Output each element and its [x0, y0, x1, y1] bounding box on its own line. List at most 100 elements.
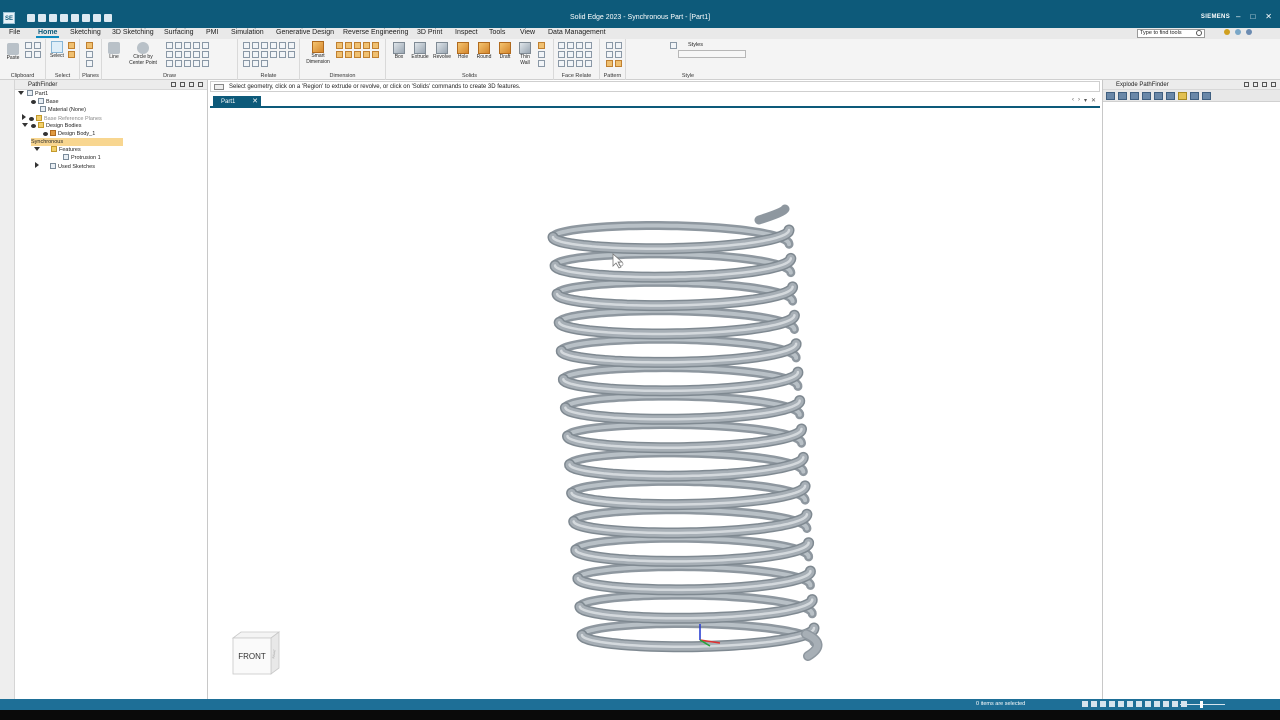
mirror-icon[interactable] [193, 60, 200, 67]
ellipse-icon[interactable] [193, 42, 200, 49]
plane-icon[interactable] [86, 42, 93, 49]
tab-home[interactable]: Home [35, 29, 60, 38]
spring-model[interactable] [210, 108, 1100, 699]
zoom-slider-handle[interactable] [1200, 701, 1203, 708]
tab-simulation[interactable]: Simulation [231, 29, 264, 36]
axis-icon[interactable] [86, 60, 93, 67]
explode-tool-5-icon[interactable] [1154, 91, 1163, 100]
pattern-feature-icon[interactable] [615, 60, 622, 67]
explode-tool-2-icon[interactable] [1118, 91, 1127, 100]
view-tool-3-icon[interactable] [1100, 701, 1106, 707]
parallel-face-icon[interactable] [576, 42, 583, 49]
collapse-icon[interactable] [18, 91, 24, 95]
extrude-button[interactable]: Extrude [409, 42, 431, 61]
connect-icon[interactable] [243, 42, 250, 49]
tab-inspect[interactable]: Inspect [455, 29, 478, 36]
cut-icon[interactable] [25, 42, 32, 49]
parallel-icon[interactable] [288, 42, 295, 49]
move-icon[interactable] [166, 60, 173, 67]
circle-center-point-button[interactable]: Circle by Center Point [124, 42, 162, 66]
tab-3d-print[interactable]: 3D Print [417, 29, 442, 36]
pane-menu-icon[interactable] [1244, 82, 1249, 87]
midpoint-icon[interactable] [243, 60, 250, 67]
visibility-icon[interactable] [31, 124, 36, 128]
maximize-button[interactable]: □ [1250, 12, 1255, 21]
perpendicular-face-icon[interactable] [585, 42, 592, 49]
lock-icon[interactable] [270, 51, 277, 58]
copy-icon[interactable] [34, 42, 41, 49]
view-tool-5-icon[interactable] [1118, 701, 1124, 707]
visibility-icon[interactable] [29, 117, 34, 121]
tangent-face-icon[interactable] [558, 51, 565, 58]
vertical-icon[interactable] [261, 42, 268, 49]
explode-tool-6-icon[interactable] [1166, 91, 1175, 100]
rectangle-icon[interactable] [166, 42, 173, 49]
tree-item-protrusion-1[interactable]: Protrusion 1 [63, 154, 101, 162]
lightbulb-icon[interactable] [1224, 29, 1230, 35]
coplanar-icon[interactable] [558, 42, 565, 49]
mirror-pattern-icon[interactable] [615, 42, 622, 49]
line-button[interactable]: Line [105, 42, 123, 61]
collapse-icon[interactable] [34, 147, 40, 151]
polygon-icon[interactable] [184, 42, 191, 49]
aligned-holes-icon[interactable] [576, 60, 583, 67]
variable-table-icon[interactable] [372, 51, 379, 58]
tab-view[interactable]: View [520, 29, 535, 36]
view-tool-4-icon[interactable] [1109, 701, 1115, 707]
user-icon[interactable] [1235, 29, 1241, 35]
project-icon[interactable] [202, 60, 209, 67]
tab-tools[interactable]: Tools [489, 29, 505, 36]
view-tool-11-icon[interactable] [1172, 701, 1178, 707]
distance-icon[interactable] [336, 42, 343, 49]
restore-pane-icon[interactable] [189, 82, 194, 87]
offset-face-icon[interactable] [585, 51, 592, 58]
symmetric-icon[interactable] [261, 51, 268, 58]
round-button[interactable]: Round [474, 42, 494, 61]
tab-generative-design[interactable]: Generative Design [276, 29, 334, 36]
radius-icon[interactable] [363, 42, 370, 49]
diameter-icon[interactable] [372, 42, 379, 49]
visibility-icon[interactable] [31, 100, 36, 104]
restore-pane-icon[interactable] [1262, 82, 1267, 87]
close-tab-icon[interactable]: ✕ [252, 96, 258, 108]
maintain-icon[interactable] [261, 60, 268, 67]
collapse-icon[interactable] [22, 123, 28, 127]
tree-item-base-reference-planes[interactable]: Base Reference Planes [22, 114, 102, 122]
close-document-icon[interactable]: ✕ [1091, 97, 1096, 104]
rotate-icon[interactable] [175, 60, 182, 67]
symmetric-face-icon[interactable] [576, 51, 583, 58]
fill-pattern-icon[interactable] [615, 51, 622, 58]
view-cube[interactable]: FRONT RIGHT [231, 630, 283, 676]
offset-icon[interactable] [184, 51, 191, 58]
tab-surfacing[interactable]: Surfacing [164, 29, 194, 36]
hole-button[interactable]: Hole [454, 42, 472, 61]
tab-pmi[interactable]: PMI [206, 29, 218, 36]
explode-tool-9-icon[interactable] [1202, 91, 1211, 100]
concentric-face-icon[interactable] [567, 51, 574, 58]
pattern-icon[interactable] [606, 42, 613, 49]
view-tool-6-icon[interactable] [1127, 701, 1133, 707]
pattern-along-curve-icon[interactable] [606, 51, 613, 58]
graphics-viewport[interactable]: FRONT RIGHT [210, 108, 1100, 699]
chamfer-dim-icon[interactable] [336, 51, 343, 58]
view-tool-1-icon[interactable] [1082, 701, 1088, 707]
thin-wall-button[interactable]: Thin Wall [516, 42, 534, 66]
view-tool-9-icon[interactable] [1154, 701, 1160, 707]
explode-tool-8-icon[interactable] [1190, 91, 1199, 100]
smart-dimension-button[interactable]: Smart Dimension [303, 41, 333, 65]
select-tools-icon[interactable] [68, 51, 75, 58]
tree-item-design-body-1[interactable]: Design Body_1 [43, 130, 95, 138]
fillet-icon[interactable] [166, 51, 173, 58]
scale-icon[interactable] [184, 60, 191, 67]
driven-dim-icon[interactable] [363, 51, 370, 58]
rib-icon[interactable] [538, 42, 545, 49]
equal-icon[interactable] [252, 51, 259, 58]
filter-icon[interactable] [68, 42, 75, 49]
tree-item-design-bodies[interactable]: Design Bodies [22, 122, 81, 130]
equal-radius-icon[interactable] [585, 60, 592, 67]
search-icon[interactable] [1196, 30, 1202, 36]
explode-tool-7-icon[interactable] [1178, 91, 1187, 100]
tangent-icon[interactable] [279, 42, 286, 49]
document-tab-part1[interactable]: Part1 ✕ [213, 96, 261, 108]
scroll-left-icon[interactable]: ‹ [1072, 97, 1074, 104]
